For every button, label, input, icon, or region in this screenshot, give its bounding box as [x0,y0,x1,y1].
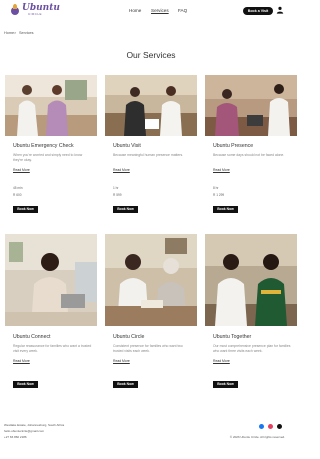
service-card-visit: Ubuntu Visit Because meaningful human pr… [105,75,197,215]
service-card-presence: Ubuntu Presence Because some days should… [205,75,297,215]
logo-mark-icon [10,4,20,16]
service-photo [105,234,197,326]
service-description: Consistent presence for families who wan… [113,344,183,353]
book-now-button[interactable]: Book Now [113,381,138,388]
service-photo [205,75,297,136]
service-price: R 600 [13,193,22,197]
service-photo [5,234,97,326]
read-more-link[interactable]: Read More [13,359,30,363]
breadcrumb-current: Services [19,31,34,35]
service-description: Because meaningful human presence matter… [113,153,184,157]
page-title: Our Services [126,50,176,60]
book-now-button[interactable]: Book Now [13,206,38,213]
breadcrumb-separator: > [14,31,17,35]
instagram-icon[interactable] [268,424,273,429]
read-more-link[interactable]: Read More [13,168,30,172]
service-title: Ubuntu Circle [113,334,145,340]
service-card-together: Ubuntu Together Our most comprehensive p… [205,234,297,392]
read-more-link[interactable]: Read More [213,359,230,363]
service-title: Ubuntu Presence [213,143,254,149]
service-photo [205,234,297,326]
book-now-button[interactable]: Book Now [213,206,238,213]
service-description: Regular reassurance for families who wan… [13,344,92,353]
footer-email[interactable]: hello.ubuntucircle@gmail.com [4,429,44,433]
service-card-circle: Ubuntu Circle Consistent presence for fa… [105,234,197,392]
service-description: Our most comprehensive presence plan for… [213,344,291,353]
read-more-link[interactable]: Read More [213,168,230,172]
facebook-icon[interactable] [259,424,264,429]
service-title: Ubuntu Connect [13,334,51,340]
service-title: Ubuntu Emergency Check [13,143,74,149]
site-header: Ubuntu CIRCLE Home Services FAQ Book a V… [0,0,302,24]
breadcrumb-home[interactable]: Home [4,31,14,35]
service-title: Ubuntu Visit [113,143,141,149]
book-now-button[interactable]: Book Now [213,381,238,388]
service-price: R 599 [113,193,122,197]
service-title: Ubuntu Together [213,334,252,340]
service-photo [5,75,97,136]
service-photo [105,75,197,136]
book-now-button[interactable]: Book Now [113,206,138,213]
service-duration: 1 hr [113,186,119,190]
read-more-link[interactable]: Read More [113,359,130,363]
brand-logo[interactable]: Ubuntu CIRCLE [10,3,60,19]
read-more-link[interactable]: Read More [113,168,130,172]
book-visit-button[interactable]: Book a Visit [243,7,273,15]
footer-copyright: © 2026 Ubuntu Circle. All rights reserve… [229,435,285,439]
service-price: R 1 299 [213,193,225,197]
service-description: Because some days should not be faced al… [213,153,285,157]
user-account-icon[interactable] [276,6,284,14]
service-card-connect: Ubuntu Connect Regular reassurance for f… [5,234,97,392]
footer-address: Westlake Estate, Johannesburg, South Afr… [4,423,65,427]
nav-services-link[interactable]: Services [151,8,169,13]
nav-faq-link[interactable]: FAQ [178,8,187,13]
brand-tagline: CIRCLE [28,12,43,16]
service-description: When you're worried and simply need to k… [13,153,83,162]
tiktok-icon[interactable] [277,424,282,429]
service-card-emergency-check: Ubuntu Emergency Check When you're worri… [5,75,97,215]
nav-home-link[interactable]: Home [129,8,141,13]
service-duration: 8 hr [213,186,219,190]
book-now-button[interactable]: Book Now [13,381,38,388]
service-duration: 45 min [13,186,23,190]
